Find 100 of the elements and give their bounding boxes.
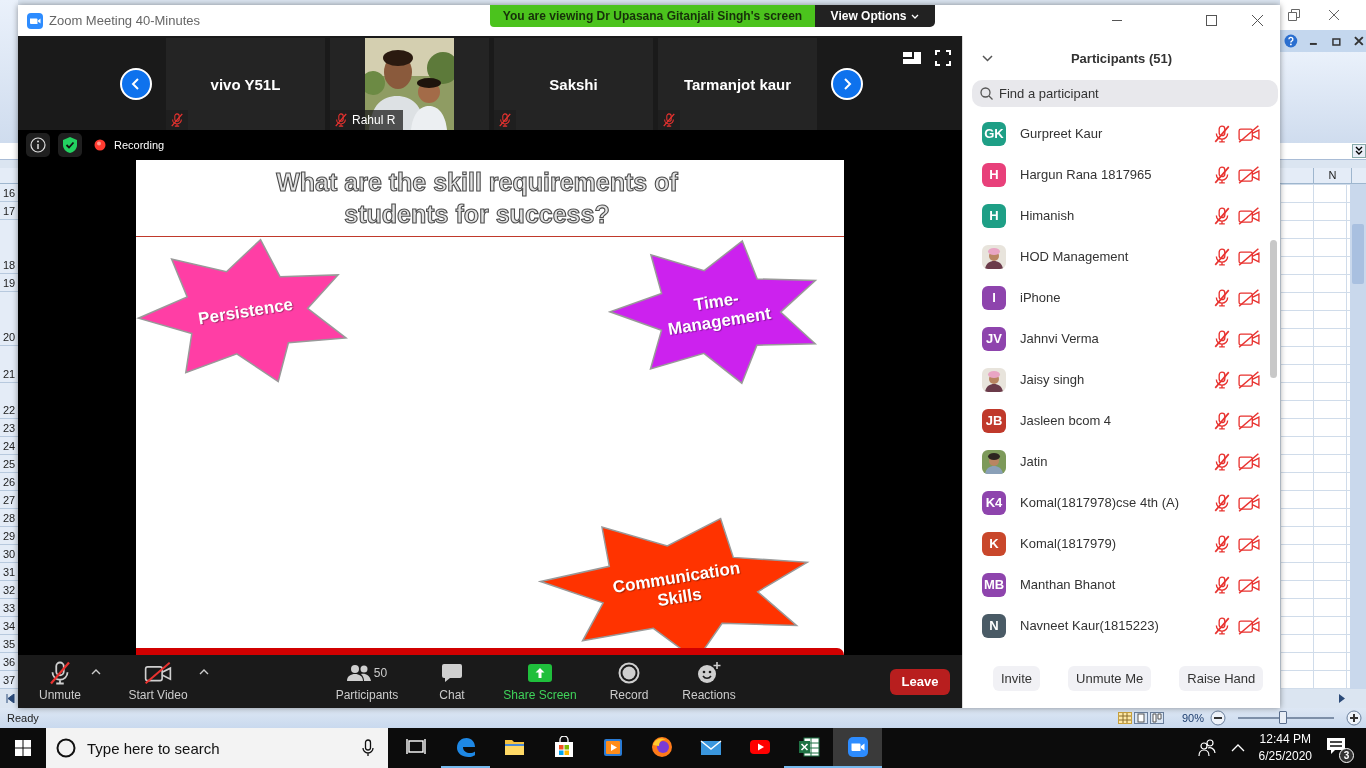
row-number: 21 <box>3 368 16 380</box>
participant-name: Sakshi <box>549 75 598 93</box>
row-number: 22 <box>3 404 16 416</box>
unmute-button[interactable]: Unmute <box>32 661 88 702</box>
search-icon <box>56 738 76 758</box>
record-icon <box>618 661 640 684</box>
invite-button[interactable]: Invite <box>993 665 1041 691</box>
status-text: Ready <box>7 712 39 724</box>
notification-icon[interactable] <box>1326 737 1346 755</box>
record-button[interactable]: Record <box>604 661 654 702</box>
people-icon[interactable] <box>1196 739 1217 757</box>
windows-icon[interactable] <box>15 740 31 756</box>
row-number: 35 <box>3 638 16 650</box>
row-number: 27 <box>3 494 16 506</box>
scrollbar[interactable] <box>1270 240 1277 378</box>
video-camera-icon <box>27 12 43 29</box>
search-field[interactable]: Type here to search <box>46 728 388 768</box>
participant-name: iPhone <box>1020 290 1062 305</box>
row-number: 36 <box>3 656 16 668</box>
smiley-icon <box>697 661 721 684</box>
share-screen-button[interactable]: Share Screen <box>498 661 582 702</box>
help-icon[interactable] <box>1284 34 1298 48</box>
avatar: MB <box>982 572 1006 597</box>
scrollbar[interactable] <box>1352 224 1364 284</box>
row-number: 26 <box>3 476 16 488</box>
normal-view-icon[interactable] <box>1117 712 1132 724</box>
column-header: N <box>1314 168 1352 183</box>
chevron-icon <box>841 77 853 91</box>
row-number: 19 <box>3 277 16 289</box>
zoom-percent: 90% <box>1181 712 1204 724</box>
avatar: H <box>982 203 1006 228</box>
page-break-icon[interactable] <box>1149 712 1164 724</box>
record-dot-icon <box>94 139 106 151</box>
row-number: 20 <box>3 331 16 343</box>
participants-button[interactable]: 50 Participants <box>332 661 402 702</box>
row-number: 33 <box>3 602 16 614</box>
row-number: 24 <box>3 440 16 452</box>
participant-name: Gurpreet Kaur <box>1020 126 1104 141</box>
participant-name: vivo Y51L <box>210 75 281 93</box>
search-field[interactable]: Find a participant <box>972 80 1278 107</box>
participant-name: HOD Management <box>1020 249 1130 264</box>
chevron-icon <box>130 77 142 91</box>
chevron-icon[interactable] <box>982 54 993 62</box>
view-options-button[interactable]: View Options <box>815 5 935 27</box>
avatar: K <box>982 531 1006 556</box>
expand-icon[interactable] <box>1352 144 1366 158</box>
info-icon[interactable] <box>26 133 50 157</box>
zoom-in-icon[interactable] <box>1346 710 1362 726</box>
participant-name: Jasleen bcom 4 <box>1020 413 1113 428</box>
chevron-up-icon[interactable] <box>1230 744 1245 752</box>
chat-icon <box>441 662 463 683</box>
participant-name: Navneet Kaur(1815223) <box>1020 618 1160 633</box>
mic-icon[interactable] <box>362 739 374 757</box>
scroll-first-icon[interactable] <box>6 694 15 703</box>
avatar: GK <box>982 121 1006 146</box>
row-number: 28 <box>3 512 16 524</box>
avatar: I <box>982 285 1006 310</box>
avatar: JV <box>982 326 1006 351</box>
row-number: 31 <box>3 566 16 578</box>
close-icon[interactable] <box>1328 9 1340 21</box>
raise-hand-button[interactable]: Raise Hand <box>1179 665 1264 691</box>
participant-name: Hargun Rana 1817965 <box>1020 167 1153 182</box>
restore-icon[interactable] <box>1288 9 1300 21</box>
slide-title: What are the skill requirements of students for success? <box>275 167 679 230</box>
page-layout-icon[interactable] <box>1133 712 1148 724</box>
reactions-button[interactable]: Reactions <box>672 661 746 702</box>
panel-title: Participants (51) <box>1069 50 1174 66</box>
window-title: Zoom Meeting 40-Minutes <box>49 13 200 28</box>
recording-label: Recording <box>114 139 165 151</box>
avatar: H <box>982 162 1006 187</box>
shield-icon[interactable] <box>58 133 82 157</box>
fullscreen-icon[interactable] <box>935 50 951 66</box>
participant-name: Komal(1817978)cse 4th (A) <box>1020 495 1180 510</box>
row-number: 34 <box>3 620 16 632</box>
restore-icon[interactable] <box>1329 35 1344 47</box>
star-label: Persistence <box>196 294 295 330</box>
people-icon <box>346 663 371 682</box>
clock[interactable]: 12:44 PM 6/25/2020 <box>1258 731 1312 765</box>
leave-button[interactable]: Leave <box>890 668 950 695</box>
avatar: N <box>982 613 1006 638</box>
previous-button[interactable] <box>120 68 152 100</box>
close-icon[interactable] <box>1352 35 1366 47</box>
video-camera-icon[interactable] <box>833 728 882 768</box>
row-number: 25 <box>3 458 16 470</box>
row-number: 16 <box>3 187 16 199</box>
unmute-me-button[interactable]: Unmute Me <box>1068 665 1152 691</box>
participant-name: Rahul R <box>352 113 396 127</box>
next-button[interactable] <box>831 68 863 100</box>
row-number: 17 <box>3 205 16 217</box>
layout-icon[interactable] <box>902 50 922 66</box>
chat-button[interactable]: Chat <box>427 661 477 702</box>
start-video-button[interactable]: Start Video <box>120 661 196 702</box>
scroll-right-icon[interactable] <box>1338 694 1346 703</box>
notification-count: 3 <box>1339 748 1354 763</box>
participant-name: Himanish <box>1020 208 1076 223</box>
share-screen-icon <box>528 663 552 682</box>
search-icon <box>980 87 993 100</box>
slider-thumb[interactable] <box>1279 711 1288 724</box>
zoom-out-icon[interactable] <box>1210 710 1226 726</box>
row-number: 29 <box>3 530 16 542</box>
